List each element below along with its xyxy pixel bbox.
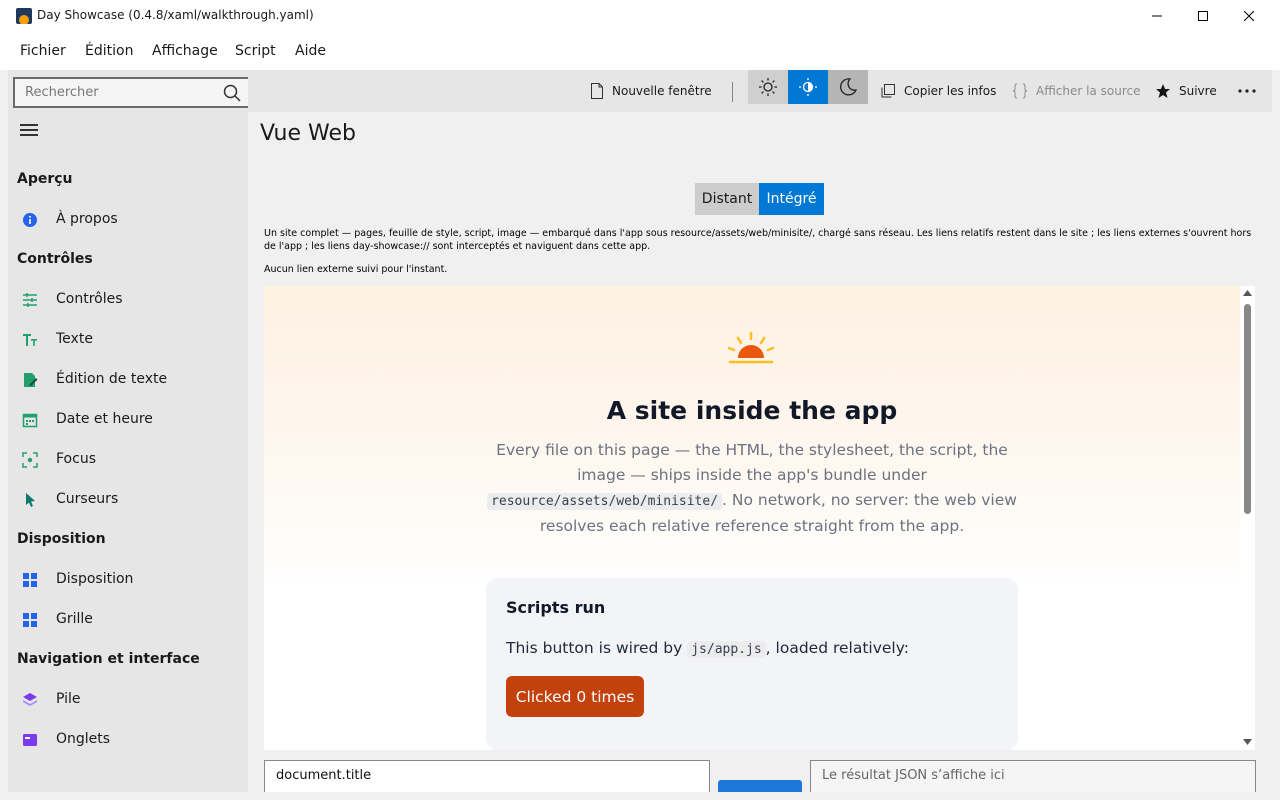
sidebar-item-a-propos[interactable]: À propos bbox=[8, 202, 248, 238]
copy-icon bbox=[881, 84, 895, 98]
sidebar-item-edition-texte[interactable]: Édition de texte bbox=[8, 362, 248, 398]
document-icon bbox=[591, 83, 603, 99]
scrollbar-thumb[interactable] bbox=[1244, 304, 1251, 514]
status-text: Aucun lien externe suivi pour l'instant. bbox=[264, 264, 448, 275]
theme-auto-button[interactable] bbox=[788, 70, 828, 104]
section-disposition: Disposition bbox=[17, 531, 106, 547]
search-input[interactable]: Rechercher bbox=[13, 77, 251, 108]
webview-scrollbar[interactable] bbox=[1240, 286, 1255, 750]
copy-info-button[interactable]: Copier les infos bbox=[880, 70, 996, 112]
sidebar-item-pile[interactable]: Pile bbox=[8, 682, 248, 718]
menu-affichage[interactable]: Affichage bbox=[152, 43, 218, 59]
grid-icon bbox=[23, 613, 37, 627]
menu-fichier[interactable]: Fichier bbox=[20, 43, 66, 59]
sliders-icon bbox=[23, 293, 37, 307]
close-icon bbox=[1244, 11, 1254, 21]
section-apercu: Aperçu bbox=[17, 171, 73, 187]
menu-edition[interactable]: Édition bbox=[85, 43, 133, 59]
sidebar-item-controles[interactable]: Contrôles bbox=[8, 282, 248, 318]
tab-distant[interactable]: Distant bbox=[695, 183, 759, 215]
site-heading: A site inside the app bbox=[606, 396, 898, 425]
sunrise-icon bbox=[727, 331, 775, 364]
contrast-icon bbox=[799, 78, 817, 96]
text-icon bbox=[23, 334, 37, 346]
menu-aide[interactable]: Aide bbox=[295, 43, 326, 59]
menu-bar: Fichier Édition Affichage Script Aide bbox=[0, 32, 1280, 70]
minimize-button[interactable] bbox=[1134, 0, 1180, 32]
star-icon bbox=[1156, 84, 1170, 98]
cursor-icon bbox=[26, 493, 35, 507]
window-title: Day Showcase (0.4.8/xaml/walkthrough.yam… bbox=[37, 8, 314, 22]
new-window-button[interactable]: Nouvelle fenêtre bbox=[590, 70, 712, 112]
search-icon[interactable] bbox=[223, 84, 241, 102]
scripts-card: Scripts run This button is wired by js/a… bbox=[486, 578, 1018, 750]
app-logo-icon bbox=[16, 8, 32, 24]
section-controles: Contrôles bbox=[17, 251, 93, 267]
tab-integre[interactable]: Intégré bbox=[759, 183, 824, 215]
scroll-up-icon[interactable] bbox=[1243, 290, 1252, 296]
hamburger-menu-icon[interactable] bbox=[20, 124, 38, 138]
minimize-icon bbox=[1152, 15, 1162, 17]
tabs-icon bbox=[23, 734, 37, 746]
moon-icon bbox=[839, 78, 858, 96]
theme-dark-button[interactable] bbox=[828, 70, 868, 104]
info-icon bbox=[23, 213, 37, 227]
show-source-button[interactable]: Afficher la source bbox=[1012, 70, 1141, 112]
close-button[interactable] bbox=[1226, 0, 1272, 32]
card-text: This button is wired by js/app.js, loade… bbox=[506, 639, 909, 658]
sidebar-item-date-heure[interactable]: Date et heure bbox=[8, 402, 248, 438]
sidebar-item-focus[interactable]: Focus bbox=[8, 442, 248, 478]
calendar-icon bbox=[22, 413, 38, 428]
script-input[interactable]: document.title bbox=[264, 760, 710, 792]
scroll-down-icon[interactable] bbox=[1243, 739, 1252, 745]
card-title: Scripts run bbox=[506, 598, 606, 617]
layout-icon bbox=[23, 573, 37, 587]
sidebar-item-onglets[interactable]: Onglets bbox=[8, 722, 248, 758]
theme-light-button[interactable] bbox=[748, 70, 788, 104]
web-view[interactable]: A site inside the app Every file on this… bbox=[264, 286, 1240, 750]
maximize-icon bbox=[1198, 11, 1208, 21]
title-bar: Day Showcase (0.4.8/xaml/walkthrough.yam… bbox=[0, 0, 1280, 32]
page-title: Vue Web bbox=[260, 121, 356, 146]
follow-button[interactable]: Suivre bbox=[1155, 70, 1217, 112]
edit-icon bbox=[24, 373, 38, 387]
page-description: Un site complet — pages, feuille de styl… bbox=[264, 228, 1252, 252]
json-output: Le résultat JSON s’affiche ici bbox=[810, 760, 1256, 792]
more-options-button[interactable] bbox=[1238, 70, 1264, 112]
sun-icon bbox=[759, 78, 777, 96]
sidebar-item-curseurs[interactable]: Curseurs bbox=[8, 482, 248, 518]
sidebar-item-grille[interactable]: Grille bbox=[8, 602, 248, 638]
stack-icon bbox=[23, 693, 37, 706]
click-counter-button[interactable]: Clicked 0 times bbox=[506, 676, 644, 717]
run-button[interactable] bbox=[718, 780, 802, 792]
maximize-button[interactable] bbox=[1180, 0, 1226, 32]
section-navigation: Navigation et interface bbox=[17, 651, 200, 667]
more-icon bbox=[1238, 89, 1256, 93]
toolbar-divider bbox=[732, 82, 733, 102]
search-placeholder: Rechercher bbox=[25, 85, 99, 100]
focus-icon bbox=[22, 452, 38, 468]
sidebar-item-disposition[interactable]: Disposition bbox=[8, 562, 248, 598]
site-intro: Every file on this page — the HTML, the … bbox=[486, 438, 1018, 539]
sidebar-item-texte[interactable]: Texte bbox=[8, 322, 248, 358]
menu-script[interactable]: Script bbox=[235, 43, 276, 59]
braces-icon bbox=[1012, 83, 1028, 99]
